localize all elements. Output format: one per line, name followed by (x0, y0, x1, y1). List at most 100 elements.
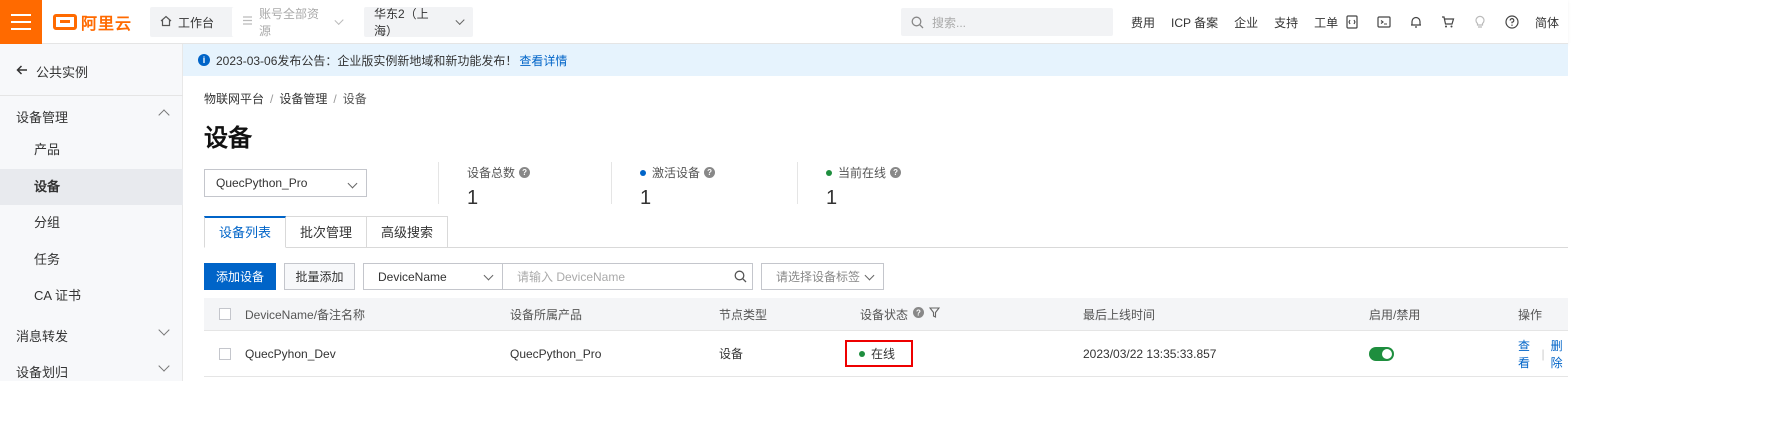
link-enterprise[interactable]: 企业 (1234, 14, 1258, 31)
chevron-down-icon (334, 15, 344, 25)
device-table: DeviceName/备注名称 设备所属产品 节点类型 设备状态 ? 最后上线时… (204, 298, 1568, 377)
sidebar-item-group[interactable]: 分组 (0, 205, 183, 241)
status-badge: 在线 (845, 340, 913, 367)
workbench-label: 工作台 (178, 15, 215, 30)
header-device-status-label: 设备状态 (860, 307, 909, 322)
header-actions: 操作 (1518, 307, 1543, 322)
breadcrumb-iot-platform[interactable]: 物联网平台 (204, 92, 264, 106)
region-label: 华东2（上海） (374, 7, 429, 38)
sidebar-group-label: 设备管理 (16, 110, 69, 125)
stat-total-value: 1 (467, 187, 479, 209)
table-row: QuecPyhon_Dev QuecPython_Pro 设备 在线 2023/… (204, 331, 1568, 377)
chevron-down-icon (347, 178, 358, 189)
chevron-down-icon (864, 270, 875, 281)
resource-list-icon (242, 15, 253, 29)
chevron-down-icon (158, 360, 170, 372)
link-icp-filing[interactable]: ICP 备案 (1171, 14, 1218, 31)
svg-text:?: ? (916, 308, 921, 317)
back-to-instances-link[interactable]: 公共实例 (16, 62, 88, 81)
help-icon[interactable] (1505, 15, 1519, 29)
tab-device-list[interactable]: 设备列表 (204, 216, 287, 248)
add-device-button[interactable]: 添加设备 (204, 263, 276, 290)
breadcrumb-device: 设备 (342, 92, 367, 106)
global-search-placeholder: 搜索... (932, 15, 967, 30)
help-icon[interactable]: ? (913, 307, 925, 321)
breadcrumb-device-management[interactable]: 设备管理 (279, 92, 327, 106)
stat-divider (611, 162, 612, 204)
bell-icon[interactable] (1409, 15, 1423, 29)
row-checkbox[interactable] (219, 347, 231, 360)
region-select[interactable]: 华东2（上海） (364, 7, 473, 38)
search-icon (911, 16, 924, 28)
sidebar-divider (0, 95, 183, 96)
status-text: 在线 (871, 347, 896, 361)
announcement-detail-link[interactable]: 查看详情 (519, 52, 567, 69)
breadcrumb: 物联网平台 / 设备管理 / 设备 (204, 92, 367, 106)
resource-scope-select[interactable]: 账号全部资源 (232, 7, 352, 38)
announcement-text: 2023-03-06发布公告：企业版实例新地域和新功能发布！ (216, 53, 518, 68)
api-icon[interactable] (1345, 15, 1359, 29)
chevron-down-icon (483, 270, 494, 281)
link-ticket[interactable]: 工单 (1314, 14, 1338, 31)
stat-activated-devices: 激活设备? 1 (640, 164, 716, 210)
cart-icon[interactable] (1441, 15, 1455, 29)
product-select-value: QuecPython_Pro (216, 176, 308, 190)
device-tag-select[interactable]: 请选择设备标签 (761, 263, 884, 290)
tab-batch-management[interactable]: 批次管理 (286, 216, 368, 248)
select-all-checkbox[interactable] (219, 308, 231, 320)
sidebar-group-label: 设备划归 (16, 365, 69, 380)
sidebar-group-message-forwarding[interactable]: 消息转发 (16, 324, 176, 345)
help-icon[interactable]: ? (704, 167, 716, 178)
language-switch[interactable]: 简体 (1535, 14, 1559, 31)
workbench-button[interactable]: 工作台 (150, 7, 238, 37)
top-navigation-bar: 阿里云 工作台 账号全部资源 华东2（上海） 搜索... 费用 ICP 备案 企… (0, 0, 1568, 44)
global-search-input[interactable]: 搜索... (901, 8, 1113, 36)
enable-toggle[interactable] (1369, 346, 1394, 361)
cell-product[interactable]: QuecPython_Pro (510, 331, 601, 376)
help-icon[interactable]: ? (519, 167, 531, 178)
view-link[interactable]: 查看 (1518, 337, 1535, 371)
stat-activated-value: 1 (640, 187, 652, 209)
link-support[interactable]: 支持 (1274, 14, 1298, 31)
aliyun-logo[interactable]: 阿里云 (53, 11, 132, 33)
table-header: DeviceName/备注名称 设备所属产品 节点类型 设备状态 ? 最后上线时… (204, 298, 1568, 331)
arrow-left-icon (16, 63, 28, 80)
search-icon[interactable] (734, 270, 747, 283)
terminal-icon[interactable] (1377, 15, 1391, 29)
sidebar-item-ca-certificate[interactable]: CA 证书 (0, 278, 183, 314)
filter-icon[interactable] (928, 307, 941, 321)
tabs-underline (440, 247, 1568, 248)
page-title: 设备 (204, 125, 252, 152)
search-field-select[interactable]: DeviceName (363, 263, 503, 290)
stat-activated-label: 激活设备 (652, 166, 701, 180)
logo-mark-icon (53, 14, 77, 30)
header-device-name: DeviceName/备注名称 (245, 307, 366, 322)
tab-advanced-search[interactable]: 高级搜索 (367, 216, 449, 248)
sidebar-group-device-management[interactable]: 设备管理 (16, 107, 176, 126)
sidebar-item-product[interactable]: 产品 (0, 132, 183, 168)
delete-link[interactable]: 删除 (1551, 337, 1568, 371)
announcement-banner: i 2023-03-06发布公告：企业版实例新地域和新功能发布！ 查看详情 (183, 44, 1568, 76)
top-links: 费用 ICP 备案 企业 支持 工单 (1131, 0, 1354, 44)
header-last-online: 最后上线时间 (1083, 307, 1156, 322)
stat-online-devices: 当前在线? 1 (826, 164, 902, 210)
device-name-search-input[interactable] (502, 263, 753, 290)
info-icon: i (198, 54, 210, 66)
batch-add-button[interactable]: 批量添加 (284, 263, 355, 290)
header-enable-disable: 启用/禁用 (1369, 307, 1421, 322)
cell-device-name[interactable]: QuecPyhon_Dev (245, 331, 336, 376)
online-dot-icon (859, 350, 865, 357)
link-billing[interactable]: 费用 (1131, 14, 1155, 31)
stat-online-value: 1 (826, 187, 838, 209)
sidebar-item-device[interactable]: 设备 (0, 169, 183, 205)
sidebar-item-task[interactable]: 任务 (0, 242, 183, 278)
action-separator: | (1541, 346, 1545, 361)
stat-total-devices: 设备总数? 1 (467, 164, 531, 210)
sidebar-group-device-assign[interactable]: 设备划归 (16, 360, 176, 381)
product-select[interactable]: QuecPython_Pro (204, 169, 367, 197)
sidebar: 公共实例 设备管理 产品 设备 分组 任务 CA 证书 消息转发 设备划归 (0, 44, 183, 381)
lightbulb-icon[interactable] (1473, 15, 1487, 29)
help-icon[interactable]: ? (890, 167, 902, 178)
hamburger-menu-icon[interactable] (0, 0, 42, 44)
logo-text: 阿里云 (81, 16, 133, 33)
